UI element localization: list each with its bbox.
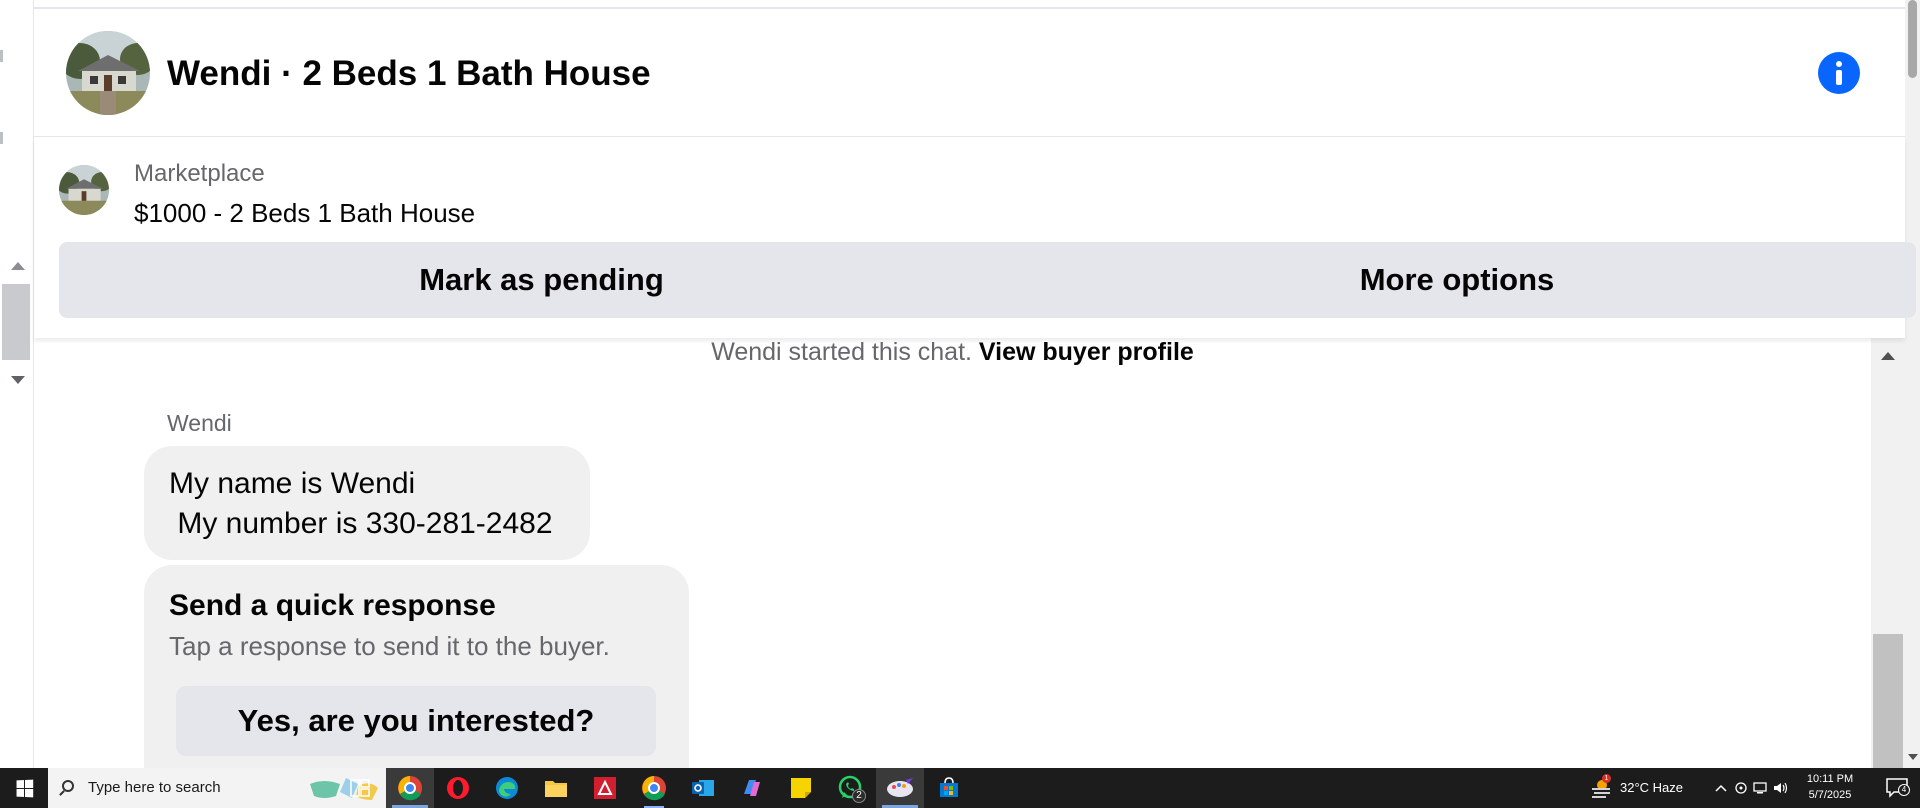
chat-messages: Wendi started this chat. View buyer prof… (34, 338, 1871, 768)
listing-avatar[interactable] (66, 31, 150, 115)
left-panel-divider (0, 132, 3, 144)
chat-header: Wendi · 2 Beds 1 Bath House (34, 7, 1905, 137)
store-icon[interactable] (925, 768, 973, 808)
clock-time: 10:11 PM (1806, 773, 1854, 785)
clock-date: 5/7/2025 (1808, 789, 1852, 801)
left-panel-scrollbar[interactable] (0, 254, 30, 390)
system-tray: 1 32°C Haze 10:11 PM 5/7/2025 4 (1580, 768, 1920, 808)
message-line: My name is Wendi (169, 467, 416, 500)
scroll-up-arrow-icon[interactable] (11, 262, 25, 270)
start-button[interactable] (0, 768, 48, 808)
edge-icon[interactable] (483, 768, 531, 808)
scroll-up-arrow-icon[interactable] (1881, 352, 1895, 360)
paint-icon[interactable] (876, 768, 924, 808)
house-photo-icon (59, 165, 109, 215)
scrollbar-thumb[interactable] (1873, 634, 1903, 768)
message-bubble: My name is Wendi My number is 330-281-24… (144, 446, 590, 560)
file-explorer-icon[interactable] (532, 768, 580, 808)
scrollbar-thumb[interactable] (2, 284, 30, 360)
chevron-up-icon[interactable] (1712, 778, 1730, 798)
listing-category: Marketplace (134, 160, 265, 187)
messenger-window: Wendi · 2 Beds 1 Bath House Marketplace … (0, 0, 1920, 808)
task-view-icon[interactable] (336, 768, 384, 808)
notification-count-badge: 4 (1898, 784, 1910, 796)
copilot-icon[interactable] (728, 768, 776, 808)
sender-name: Wendi (167, 410, 232, 436)
chrome-icon[interactable] (386, 768, 434, 808)
marketplace-listing-bar: Marketplace $1000 - 2 Beds 1 Bath House … (34, 138, 1916, 338)
notification-center-button[interactable]: 4 (1880, 774, 1914, 802)
chrome-icon[interactable] (630, 768, 678, 808)
chat-started-text: Wendi started this chat. (711, 338, 979, 366)
outlook-icon[interactable] (679, 768, 727, 808)
scroll-down-arrow-icon[interactable] (1908, 754, 1918, 760)
mark-as-pending-button[interactable]: Mark as pending (59, 242, 1024, 318)
amd-icon[interactable] (581, 768, 629, 808)
house-photo-icon (66, 31, 150, 115)
windows-taskbar: Type here to search 2 1 32°C Haze 10:11 … (0, 768, 1920, 808)
weather-text[interactable]: 32°C Haze (1620, 780, 1683, 795)
view-buyer-profile-link[interactable]: View buyer profile (979, 338, 1194, 366)
chat-started-notice: Wendi started this chat. View buyer prof… (34, 338, 1871, 367)
info-bar (1836, 70, 1842, 85)
left-panel-divider (0, 50, 3, 62)
volume-icon[interactable] (1772, 778, 1790, 798)
quick-reply-button[interactable]: Yes, are you interested? (176, 686, 656, 756)
sticky-notes-icon[interactable] (777, 768, 825, 808)
info-icon[interactable] (1818, 52, 1860, 94)
opera-icon[interactable] (434, 768, 482, 808)
listing-thumbnail[interactable] (59, 165, 109, 215)
listing-title[interactable]: $1000 - 2 Beds 1 Bath House (134, 198, 475, 229)
quick-response-subtitle: Tap a response to send it to the buyer. (169, 631, 610, 661)
search-icon (62, 780, 74, 792)
meet-now-icon[interactable] (1732, 778, 1750, 798)
chat-scrollbar[interactable] (1871, 338, 1905, 768)
more-options-button[interactable]: More options (998, 242, 1916, 318)
info-dot (1836, 61, 1842, 67)
message-line: My number is 330-281-2482 (169, 507, 553, 540)
quick-response-title: Send a quick response (169, 589, 496, 622)
search-placeholder: Type here to search (88, 779, 221, 796)
left-panel-edge (0, 0, 34, 768)
scrollbar-thumb[interactable] (1908, 0, 1917, 78)
whatsapp-badge: 2 (852, 789, 866, 803)
weather-alert-badge: 1 (1602, 774, 1611, 783)
scroll-down-arrow-icon[interactable] (11, 376, 25, 384)
quick-response-card: Send a quick response Tap a response to … (144, 565, 689, 768)
windows-logo-icon (16, 779, 33, 797)
taskbar-clock[interactable]: 10:11 PM 5/7/2025 (1795, 771, 1865, 803)
page-scrollbar[interactable] (1905, 0, 1920, 768)
chat-title: Wendi · 2 Beds 1 Bath House (167, 54, 651, 93)
network-icon[interactable] (1752, 778, 1770, 798)
whatsapp-icon[interactable]: 2 (826, 768, 874, 808)
